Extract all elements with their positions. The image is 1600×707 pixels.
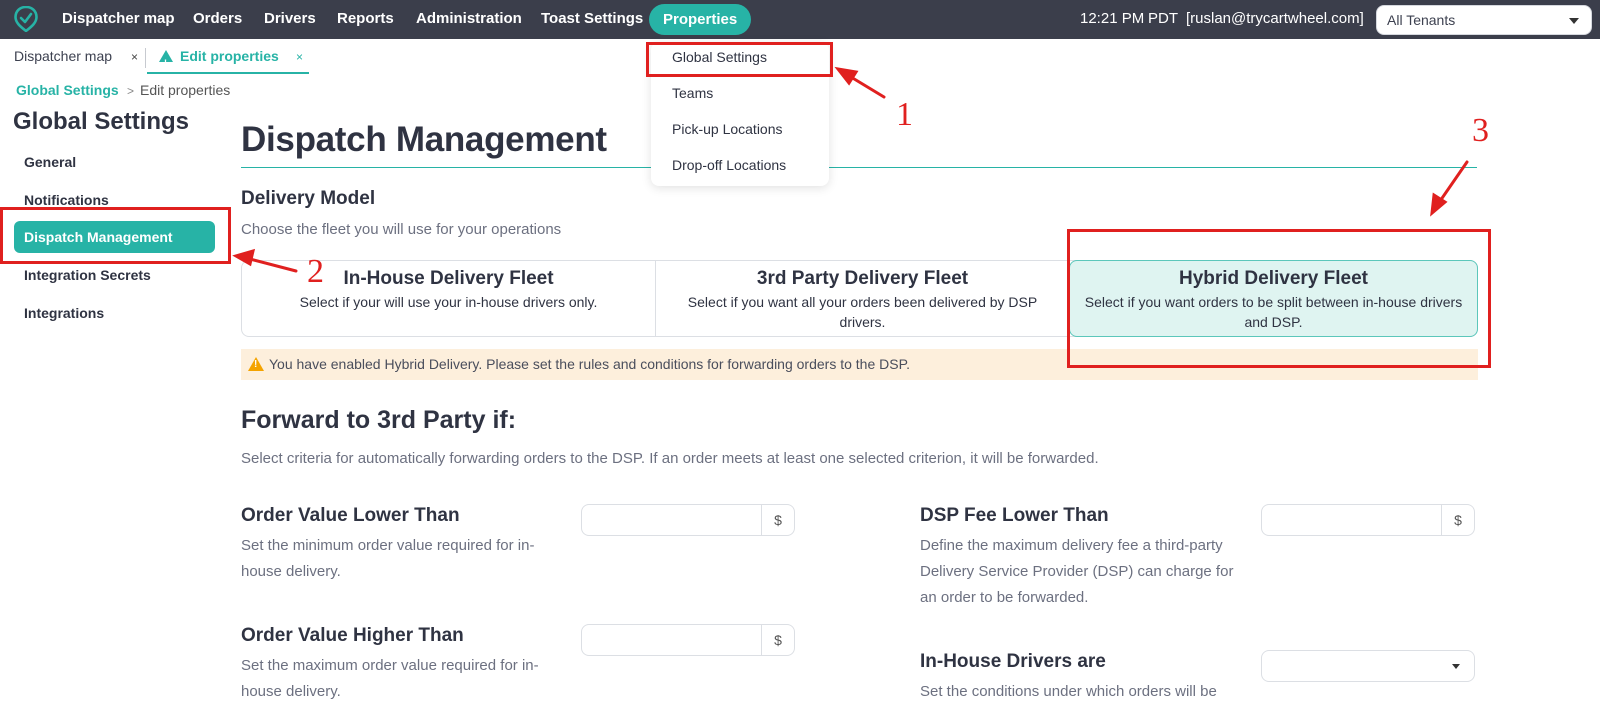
annotation-box-dispatch-management [0, 207, 231, 264]
sidebar-item-notifications[interactable]: Notifications [24, 192, 109, 208]
user-email[interactable]: [ruslan@trycartwheel.com] [1186, 0, 1364, 39]
caret-down-icon [1569, 18, 1579, 24]
top-navigation-bar: Dispatcher map Orders Drivers Reports Ad… [0, 0, 1600, 39]
clock-timezone: PDT [1148, 10, 1178, 27]
breadcrumb-global-settings[interactable]: Global Settings [16, 82, 119, 98]
menu-item-pickup-locations[interactable]: Pick-up Locations [672, 121, 783, 137]
tab-dispatcher-map-close-icon[interactable]: × [131, 50, 138, 64]
tenant-select[interactable]: All Tenants [1376, 5, 1592, 35]
active-tab-indicator [147, 72, 309, 74]
sidebar-title: Global Settings [13, 108, 190, 135]
annotation-number-3: 3 [1472, 112, 1489, 149]
sidebar-item-general[interactable]: General [24, 154, 76, 170]
nav-orders[interactable]: Orders [193, 0, 242, 39]
criterion-title-order-value-higher: Order Value Higher Than [241, 625, 464, 646]
delivery-model-heading: Delivery Model [241, 188, 376, 209]
menu-item-dropoff-locations[interactable]: Drop-off Locations [672, 157, 786, 173]
warning-icon [248, 357, 264, 371]
forward-subtitle: Select criteria for automatically forwar… [241, 450, 1099, 467]
criterion-desc-in-house-drivers: Set the conditions under which orders wi… [920, 683, 1217, 700]
nav-reports[interactable]: Reports [337, 0, 394, 39]
warning-text: You have enabled Hybrid Delivery. Please… [269, 356, 910, 372]
fleet-card-title: 3rd Party Delivery Fleet [756, 268, 969, 289]
annotation-box-hybrid-fleet [1067, 229, 1491, 368]
breadcrumb-current: Edit properties [140, 82, 231, 98]
fleet-card-desc: Select if you want all your orders been … [687, 294, 1038, 330]
tab-edit-properties[interactable]: Edit properties [159, 44, 279, 75]
tab-edit-properties-label: Edit properties [180, 48, 279, 64]
app-logo-icon[interactable] [14, 6, 38, 32]
nav-drivers[interactable]: Drivers [264, 0, 316, 39]
caret-down-icon [1452, 664, 1460, 669]
tab-dispatcher-map[interactable]: Dispatcher map [14, 44, 112, 74]
order-value-higher-input[interactable]: $ [581, 624, 795, 656]
nav-administration[interactable]: Administration [416, 0, 522, 39]
fleet-card-third-party[interactable]: 3rd Party Delivery Fleet Select if you w… [656, 261, 1069, 336]
currency-dollar-icon: $ [1441, 505, 1474, 535]
delivery-model-subtitle: Choose the fleet you will use for your o… [241, 221, 562, 238]
currency-dollar-icon: $ [761, 625, 794, 655]
fleet-card-desc: Select if your will use your in-house dr… [299, 294, 598, 310]
criterion-desc-order-value-lower: Set the minimum order value required for… [241, 537, 535, 580]
nav-toast-settings[interactable]: Toast Settings [541, 0, 643, 39]
criterion-desc-dsp-fee-lower: Define the maximum delivery fee a third-… [920, 537, 1234, 606]
title-divider [241, 167, 1477, 168]
annotation-box-global-settings [646, 42, 833, 77]
criterion-title-dsp-fee-lower: DSP Fee Lower Than [920, 505, 1109, 526]
tab-divider [145, 48, 146, 68]
annotation-number-1: 1 [896, 96, 913, 133]
page-title: Dispatch Management [241, 120, 607, 159]
criterion-title-order-value-lower: Order Value Lower Than [241, 505, 460, 526]
nav-properties[interactable]: Properties [649, 4, 752, 35]
criterion-desc-order-value-higher: Set the maximum order value required for… [241, 657, 539, 700]
in-house-drivers-select[interactable] [1261, 650, 1475, 682]
forward-heading: Forward to 3rd Party if: [241, 406, 517, 434]
clock-time: 12:21 PM [1080, 10, 1145, 27]
fleet-card-title: In-House Delivery Fleet [343, 268, 554, 289]
breadcrumb-separator-icon: > [127, 84, 135, 98]
menu-item-teams[interactable]: Teams [672, 85, 713, 101]
tab-edit-properties-close-icon[interactable]: × [296, 50, 303, 64]
sidebar-item-integration-secrets[interactable]: Integration Secrets [24, 267, 151, 283]
currency-dollar-icon: $ [761, 505, 794, 535]
dsp-fee-lower-input[interactable]: $ [1261, 504, 1475, 536]
nav-dispatcher-map[interactable]: Dispatcher map [62, 0, 175, 39]
fleet-card-in-house[interactable]: In-House Delivery Fleet Select if your w… [242, 261, 655, 336]
annotation-number-2: 2 [307, 253, 324, 290]
tenant-select-value: All Tenants [1387, 12, 1456, 28]
order-value-lower-input[interactable]: $ [581, 504, 795, 536]
criterion-title-in-house-drivers: In-House Drivers are [920, 651, 1106, 672]
warning-icon [159, 50, 173, 75]
sidebar-item-integrations[interactable]: Integrations [24, 305, 104, 321]
